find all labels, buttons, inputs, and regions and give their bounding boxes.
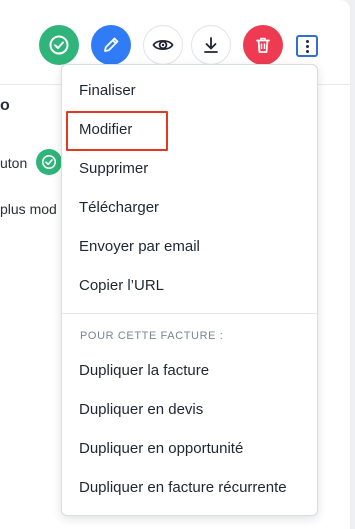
download-button[interactable] [191,25,231,65]
menu-item-dupliquer-facture-recurrente[interactable]: Dupliquer en facture récurrente [79,479,287,497]
more-vertical-icon [305,39,309,43]
partial-more-text: plus mod [0,201,57,217]
preview-button[interactable] [143,25,183,65]
finalize-button[interactable] [39,25,79,65]
download-icon [201,35,221,55]
menu-item-supprimer[interactable]: Supprimer [79,160,148,178]
edit-button[interactable] [91,25,131,65]
eye-icon [151,33,175,57]
highlight-box [66,111,168,151]
check-circle-icon [48,34,70,56]
delete-button[interactable] [243,25,283,65]
menu-item-telecharger[interactable]: Télécharger [79,199,159,217]
menu-item-dupliquer-opportunite[interactable]: Dupliquer en opportunité [79,440,243,458]
partial-bouton-text: uton [0,155,28,171]
menu-item-dupliquer-facture[interactable]: Dupliquer la facture [79,362,209,380]
menu-item-dupliquer-devis[interactable]: Dupliquer en devis [79,401,203,419]
partial-heading-text: o [0,97,10,114]
menu-item-finaliser[interactable]: Finaliser [79,82,136,100]
menu-item-copier-url[interactable]: Copier l’URL [79,277,164,295]
menu-section-title: POUR CETTE FACTURE : [80,330,224,342]
menu-item-envoyer-email[interactable]: Envoyer par email [79,238,200,256]
inline-check-icon [36,149,62,175]
menu-divider [62,313,317,314]
more-actions-button[interactable] [296,35,318,57]
trash-icon [253,35,273,55]
pencil-icon [100,34,122,56]
